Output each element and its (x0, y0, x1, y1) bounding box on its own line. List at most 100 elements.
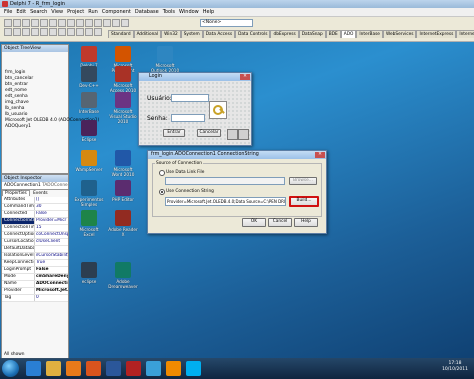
desktop-icon[interactable]: Eclipse (74, 120, 104, 142)
property-value[interactable]: cmShareDenyN (34, 274, 68, 280)
desktop-icon[interactable]: Microsoft Word 2010 (108, 150, 138, 177)
toolbar-button[interactable] (31, 19, 39, 27)
enter-button[interactable]: Entrar (163, 129, 185, 137)
menu-item[interactable]: Tools (163, 8, 175, 16)
desktop-icon[interactable]: eclipse (74, 262, 104, 284)
help-button[interactable]: Help (294, 218, 318, 227)
ie-icon[interactable] (26, 361, 41, 376)
adoconnection-component-icon[interactable] (227, 129, 238, 140)
folder-icon[interactable] (46, 361, 61, 376)
property-value[interactable]: True (34, 260, 68, 266)
property-row[interactable]: CommandTimeout30 (2, 204, 68, 211)
property-value[interactable]: [] (34, 197, 68, 203)
toolbar-button[interactable] (103, 19, 111, 27)
media-icon[interactable] (66, 361, 81, 376)
data-link-field[interactable] (165, 177, 285, 185)
toolbar-button[interactable] (85, 28, 93, 36)
palette-tab[interactable]: dbExpress (270, 30, 299, 38)
menu-item[interactable]: Database (135, 8, 159, 16)
menu-item[interactable]: Help (203, 8, 214, 16)
firefox-icon[interactable] (86, 361, 101, 376)
property-value[interactable]: 15 (34, 225, 68, 231)
property-row[interactable]: Connected False (2, 211, 68, 218)
desktop-icon[interactable]: Adobe Dreamweaver (108, 262, 138, 289)
desktop-icon[interactable]: InterBase (74, 92, 104, 114)
palette-tab[interactable]: Data Controls (235, 30, 271, 38)
menu-item[interactable]: Edit (16, 8, 26, 16)
toolbar-button[interactable] (40, 28, 48, 36)
property-value[interactable]: coConnectUnspec (34, 232, 68, 238)
property-row[interactable]: IsolationLevel ilCursorStability (2, 253, 68, 260)
property-row[interactable]: ConnectionTimeout15 (2, 225, 68, 232)
toolbar-button[interactable] (4, 28, 12, 36)
property-row[interactable]: Provider Microsoft.Jet.O (2, 288, 68, 295)
toolbar-button[interactable] (112, 19, 120, 27)
toolbar-button[interactable] (22, 19, 30, 27)
adoquery-component-icon[interactable] (238, 129, 249, 140)
tab-properties[interactable]: Properties (2, 190, 30, 196)
close-icon[interactable]: ✕ (240, 74, 250, 80)
desktop-icon[interactable]: WampServer (74, 150, 104, 172)
toolbar-button[interactable] (76, 28, 84, 36)
messenger-icon[interactable] (146, 361, 161, 376)
desktop-icon[interactable]: Experimentos Simples (74, 180, 104, 207)
toolbar-button[interactable] (58, 19, 66, 27)
toolbar-button[interactable] (49, 19, 57, 27)
property-row[interactable]: ConnectOptionscoConnectUnspec (2, 232, 68, 239)
desktop-icon[interactable]: Adobe Reader X (108, 210, 138, 237)
toolbar-button[interactable] (67, 28, 75, 36)
property-value[interactable]: False (34, 211, 68, 217)
dialog-cancel-button[interactable]: Cancel (268, 218, 292, 227)
password-field[interactable] (171, 114, 205, 122)
menu-item[interactable]: File (4, 8, 12, 16)
desktop-icon[interactable]: Microsoft Excel (74, 210, 104, 237)
property-value[interactable]: clUseClient (34, 239, 68, 245)
toolbar-button[interactable] (13, 28, 21, 36)
palette-tab[interactable]: WebServices (382, 30, 417, 38)
toolbar-button[interactable] (4, 19, 12, 27)
desktop-icon[interactable]: Dev-C++ (74, 66, 104, 88)
menu-item[interactable]: Window (179, 8, 199, 16)
property-row[interactable]: Mode cmShareDenyN (2, 274, 68, 281)
browse-button[interactable]: Browse... (289, 177, 317, 185)
desktop-icon[interactable]: Microsoft Visual Studio 2010 (108, 92, 138, 124)
desktop-combo[interactable]: <None> (200, 19, 253, 27)
tab-events[interactable]: Events (31, 191, 50, 196)
toolbar-button[interactable] (49, 28, 57, 36)
toolbar-button[interactable] (40, 19, 48, 27)
connection-string-field[interactable]: Provider=Microsoft.Jet.OLEDB.4.0;Data So… (165, 197, 286, 206)
property-value[interactable]: Provider=Micr (34, 218, 68, 224)
menu-item[interactable]: Search (30, 8, 47, 16)
system-clock[interactable]: 17:18 10/10/2011 (442, 361, 468, 373)
word-icon[interactable] (106, 361, 121, 376)
property-value[interactable] (34, 246, 68, 252)
palette-tab[interactable]: Win32 (161, 30, 181, 38)
property-value[interactable]: ADOConnection1 (34, 281, 68, 287)
property-row[interactable]: Name ADOConnection1 (2, 281, 68, 288)
property-row[interactable]: LoginPrompt False (2, 267, 68, 274)
menu-item[interactable]: View (51, 8, 63, 16)
start-button[interactable] (2, 360, 19, 377)
tree-item[interactable]: ADOQuery1 (2, 124, 68, 130)
ok-button[interactable]: OK (242, 218, 266, 227)
palette-tab[interactable]: ADO (340, 30, 357, 38)
palette-tab[interactable]: Data Access (202, 30, 236, 38)
toolbar-button[interactable] (58, 28, 66, 36)
property-value[interactable]: False (34, 267, 68, 273)
skype-icon[interactable] (186, 361, 201, 376)
build-button[interactable]: Build... (289, 196, 319, 207)
menu-item[interactable]: Component (102, 8, 131, 16)
property-row[interactable]: DefaultDatabase (2, 246, 68, 253)
property-value[interactable]: 0 (34, 295, 68, 301)
menu-item[interactable]: Run (88, 8, 98, 16)
palette-tab[interactable]: InternetExpress (416, 30, 457, 38)
toolbar-button[interactable] (67, 19, 75, 27)
connection-string-radio[interactable] (159, 189, 165, 195)
property-row[interactable]: Attributes [] (2, 197, 68, 204)
property-row[interactable]: CursorLocation clUseClient (2, 239, 68, 246)
toolbar-button[interactable] (31, 28, 39, 36)
toolbar-button[interactable] (85, 19, 93, 27)
desktop-icon[interactable]: PHP Editor (108, 180, 138, 202)
palette-tab[interactable]: InterBase (356, 30, 383, 38)
palette-tab[interactable]: Internet (456, 30, 474, 38)
